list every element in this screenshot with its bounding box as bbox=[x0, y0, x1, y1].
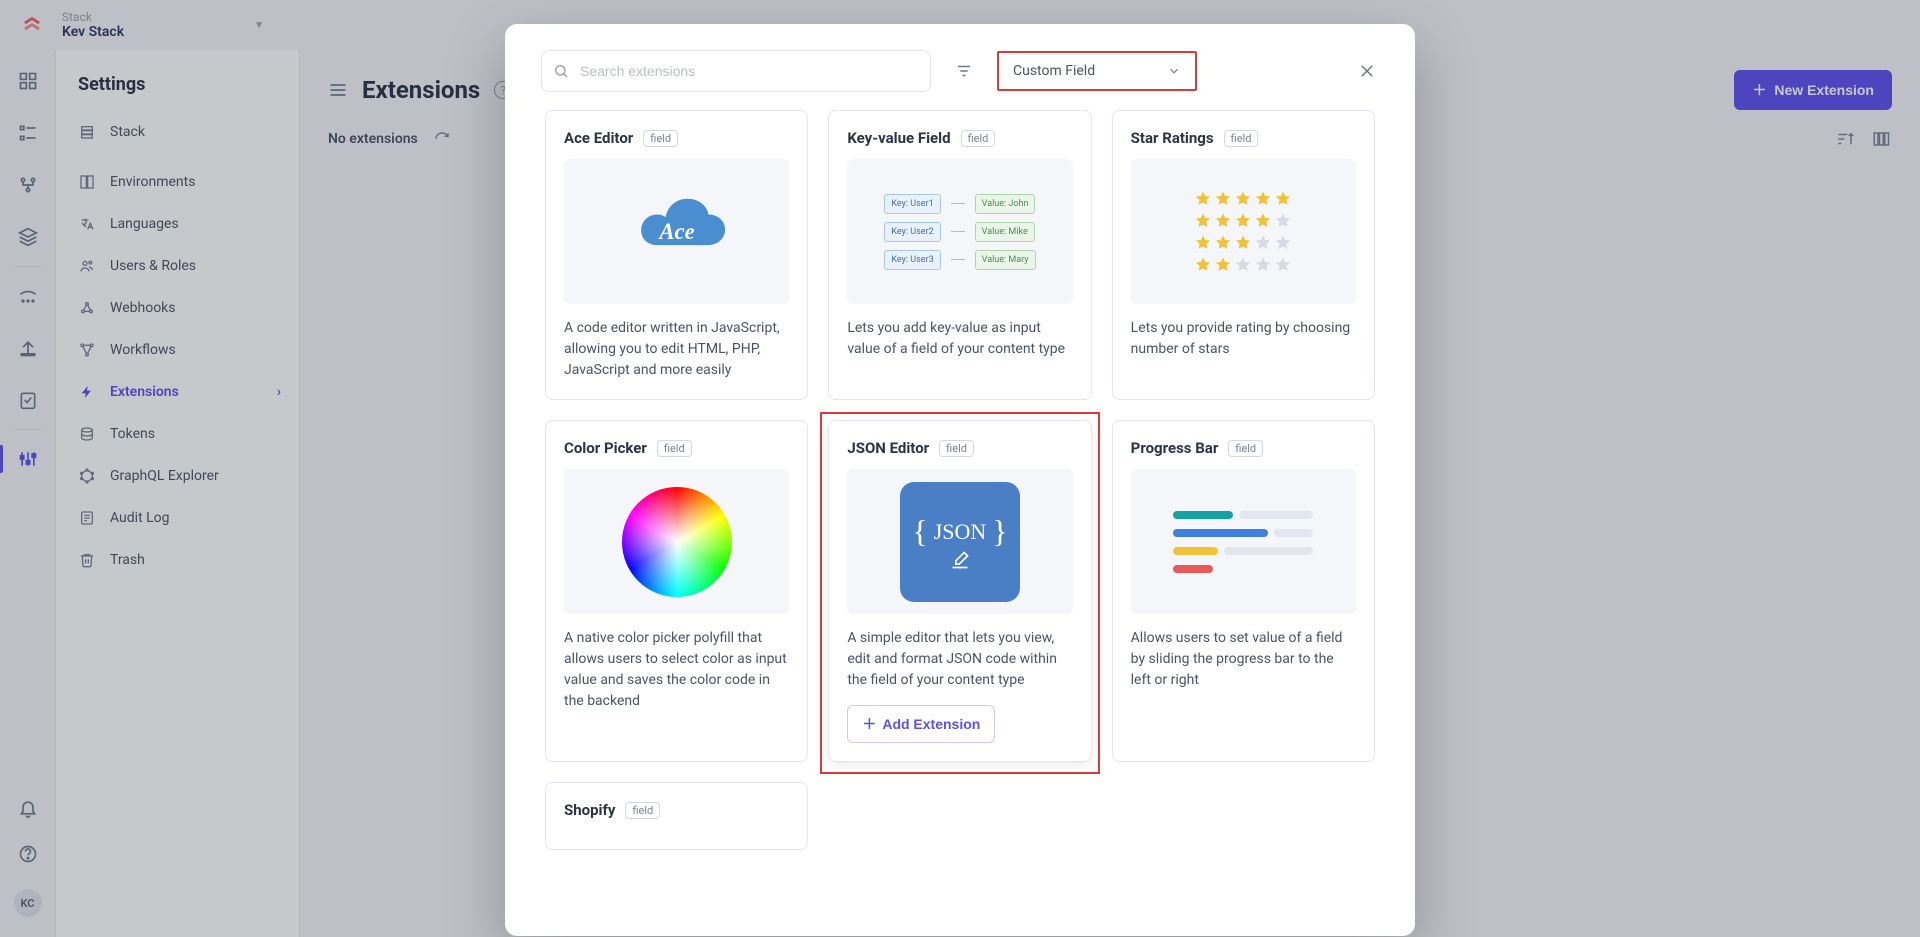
chevron-down-icon bbox=[1167, 64, 1181, 78]
extension-card-json-editor[interactable]: JSON Editor field {JSON} A simple editor … bbox=[828, 420, 1091, 762]
search-extensions[interactable] bbox=[541, 50, 931, 92]
extension-card-key-value-field[interactable]: Key-value Field field Key: User1Value: Jo… bbox=[828, 110, 1091, 400]
card-description: A code editor written in JavaScript, all… bbox=[564, 318, 789, 381]
card-thumbnail: Key: User1Value: John Key: User2Value: M… bbox=[847, 159, 1072, 304]
extension-card-color-picker[interactable]: Color Picker field A native color picker … bbox=[545, 420, 808, 762]
progress-icon bbox=[1173, 511, 1313, 573]
card-title: Star Ratings bbox=[1131, 129, 1214, 147]
card-thumbnail: Ace bbox=[564, 159, 789, 304]
card-title: Key-value Field bbox=[847, 129, 950, 147]
card-thumbnail: {JSON} bbox=[847, 469, 1072, 614]
field-tag: field bbox=[939, 440, 974, 457]
card-thumbnail bbox=[1131, 159, 1356, 304]
add-extension-button[interactable]: ＋ Add Extension bbox=[847, 705, 995, 743]
card-title: JSON Editor bbox=[847, 439, 929, 457]
field-tag: field bbox=[1228, 440, 1263, 457]
field-tag: field bbox=[961, 130, 996, 147]
filter-select[interactable]: Custom Field bbox=[997, 51, 1197, 91]
color-wheel-icon bbox=[622, 487, 732, 597]
card-description: A simple editor that lets you view, edit… bbox=[847, 628, 1072, 691]
field-tag: field bbox=[643, 130, 678, 147]
button-label: Add Extension bbox=[882, 716, 980, 732]
extension-card-star-ratings[interactable]: Star Ratings field Lets you provide ratin… bbox=[1112, 110, 1375, 400]
card-description: Allows users to set value of a field by … bbox=[1131, 628, 1356, 691]
field-tag: field bbox=[1224, 130, 1259, 147]
search-input[interactable] bbox=[541, 50, 931, 92]
card-title: Ace Editor bbox=[564, 129, 633, 147]
card-thumbnail bbox=[1131, 469, 1356, 614]
card-title: Color Picker bbox=[564, 439, 647, 457]
select-value: Custom Field bbox=[1013, 63, 1095, 79]
search-icon bbox=[553, 63, 569, 79]
extension-card-ace-editor[interactable]: Ace Editor field Ace A code editor writte… bbox=[545, 110, 808, 400]
extension-card-shopify[interactable]: Shopify field bbox=[545, 782, 808, 850]
card-thumbnail bbox=[564, 469, 789, 614]
filter-icon[interactable] bbox=[955, 62, 973, 80]
close-button[interactable] bbox=[1355, 59, 1379, 83]
svg-text:Ace: Ace bbox=[657, 219, 694, 244]
star-icon bbox=[1194, 190, 1292, 274]
card-title: Shopify bbox=[564, 801, 615, 819]
card-description: Lets you provide rating by choosing numb… bbox=[1131, 318, 1356, 360]
card-description: Lets you add key-value as input value of… bbox=[847, 318, 1072, 360]
json-icon: {JSON} bbox=[900, 482, 1020, 602]
card-title: Progress Bar bbox=[1131, 439, 1219, 457]
extensions-modal: Custom Field Ace Editor field Ace A code … bbox=[505, 24, 1415, 936]
field-tag: field bbox=[657, 440, 692, 457]
plus-icon: ＋ bbox=[862, 714, 876, 734]
extension-card-progress-bar[interactable]: Progress Bar field Allows users to set va… bbox=[1112, 420, 1375, 762]
card-description: A native color picker polyfill that allo… bbox=[564, 628, 789, 712]
field-tag: field bbox=[625, 802, 660, 819]
